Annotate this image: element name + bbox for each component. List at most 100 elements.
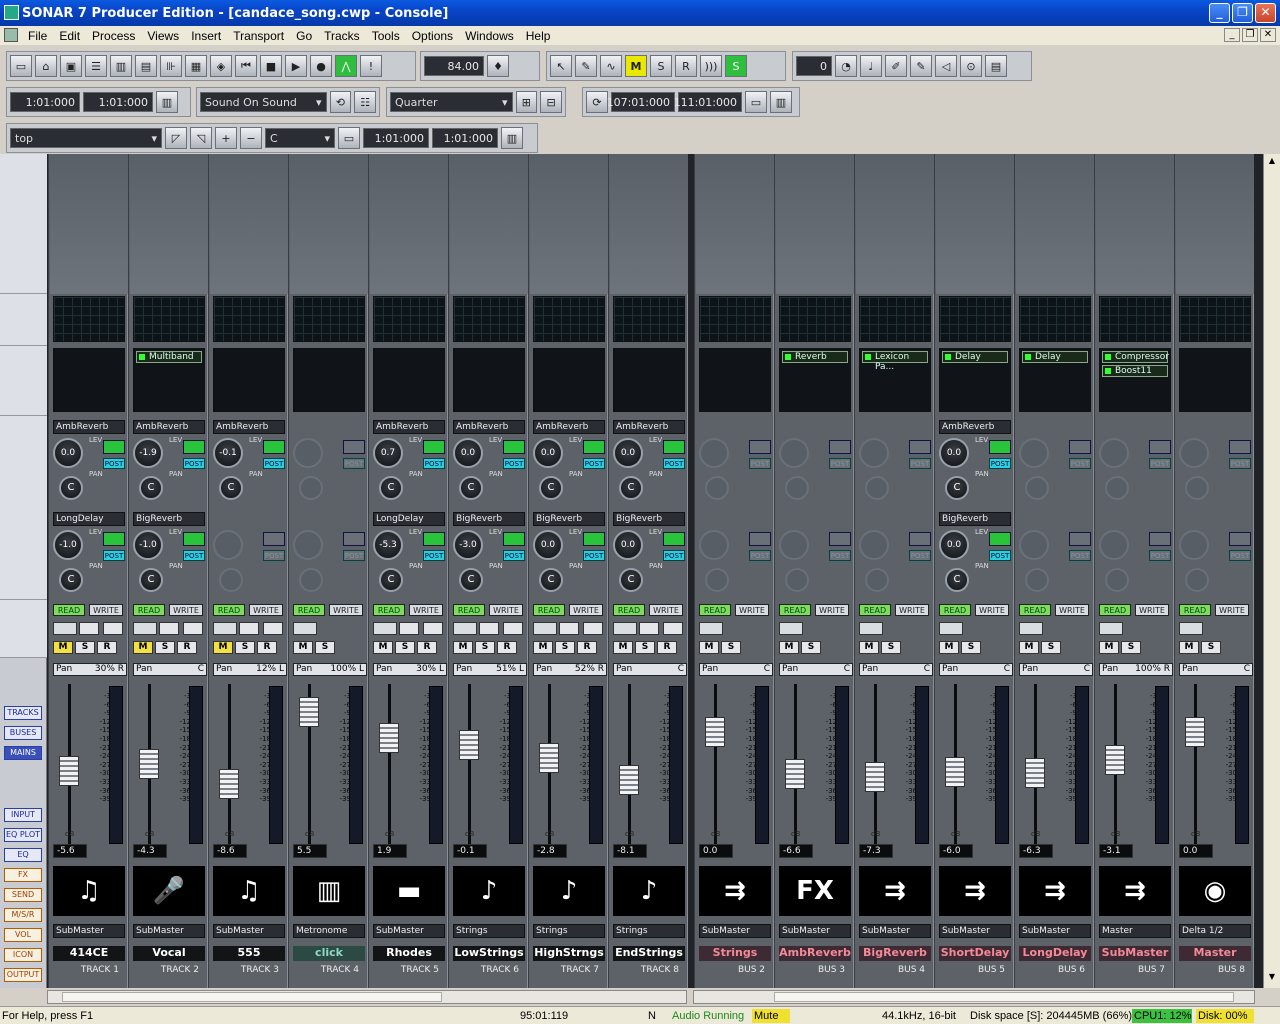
volume-value[interactable]: -5.6: [53, 844, 87, 858]
fx-bin[interactable]: [613, 348, 685, 412]
send-pan-knob[interactable]: C: [539, 476, 563, 500]
read-button[interactable]: READ: [613, 604, 645, 616]
volume-value[interactable]: -8.1: [613, 844, 647, 858]
msr-m-button[interactable]: M: [53, 641, 73, 654]
track-icon[interactable]: ♪: [613, 866, 685, 916]
scroll-up-icon[interactable]: ▲: [1266, 156, 1278, 168]
msr-s-button[interactable]: S: [721, 641, 741, 654]
show-mains-button[interactable]: MAINS: [4, 746, 42, 760]
envelope-tool-icon[interactable]: ∿: [600, 55, 622, 77]
show-tracks-button[interactable]: TRACKS: [4, 706, 42, 720]
send-pan-knob[interactable]: C: [459, 476, 483, 500]
send-level-knob[interactable]: 0.0: [53, 438, 83, 468]
phase-button[interactable]: [79, 622, 99, 635]
msr-s-button[interactable]: S: [395, 641, 415, 654]
read-button[interactable]: READ: [1099, 604, 1131, 616]
phase-button[interactable]: [159, 622, 179, 635]
msr-s-button[interactable]: S: [315, 641, 335, 654]
output-select[interactable]: SubMaster: [213, 924, 285, 938]
post-button[interactable]: POST: [103, 458, 125, 469]
send-destination[interactable]: AmbReverb: [373, 420, 445, 434]
eq-plot[interactable]: [533, 296, 605, 342]
send-enable-button[interactable]: [103, 440, 125, 454]
menu-process[interactable]: Process: [86, 29, 141, 43]
rec-opts-icon[interactable]: ☷: [354, 91, 376, 113]
msr-m-button[interactable]: M: [293, 641, 313, 654]
eq-plot[interactable]: [1099, 296, 1171, 342]
pan-slider[interactable]: Pan C: [699, 663, 773, 676]
read-button[interactable]: READ: [859, 604, 891, 616]
note-icon[interactable]: ♩: [860, 55, 882, 77]
strip-name[interactable]: HighStrngs: [533, 946, 605, 961]
input-echo-button[interactable]: [53, 622, 77, 635]
nav-left-icon[interactable]: ◸: [165, 127, 187, 149]
loop-opts-icon[interactable]: ▥: [770, 91, 792, 113]
volume-value[interactable]: 0.0: [699, 844, 733, 858]
bus-hscroll-thumb[interactable]: [774, 992, 1234, 1002]
volume-fader[interactable]: [1185, 716, 1205, 747]
msr-s-button[interactable]: S: [635, 641, 655, 654]
show-eq-button[interactable]: EQ: [4, 848, 42, 862]
write-button[interactable]: WRITE: [1135, 604, 1169, 616]
volume-fader[interactable]: [539, 742, 559, 773]
msr-m-button[interactable]: M: [453, 641, 473, 654]
eq-plot[interactable]: [453, 296, 525, 342]
punch-time-field[interactable]: 1:01:000: [83, 92, 153, 112]
interleave-button[interactable]: [583, 622, 603, 635]
menu-windows[interactable]: Windows: [459, 29, 520, 43]
write-button[interactable]: WRITE: [89, 604, 123, 616]
eq-plot[interactable]: [213, 296, 285, 342]
volume-fader[interactable]: [785, 759, 805, 790]
send-destination[interactable]: AmbReverb: [453, 420, 525, 434]
eq-plot[interactable]: [53, 296, 125, 342]
read-button[interactable]: READ: [373, 604, 405, 616]
fx-item[interactable]: Compressor: [1102, 351, 1169, 363]
eq-plot[interactable]: [373, 296, 445, 342]
close-button[interactable]: ✕: [1255, 3, 1276, 23]
solo-override-icon[interactable]: S: [725, 55, 747, 77]
show-icon-button[interactable]: ICON: [4, 948, 42, 962]
volume-fader[interactable]: [705, 716, 725, 747]
rewind-icon[interactable]: ⏮: [235, 55, 257, 77]
tempo-tap-icon[interactable]: ♦: [487, 55, 509, 77]
show-eq-plot-button[interactable]: EQ PLOT: [4, 828, 42, 842]
play-icon[interactable]: ▶: [285, 55, 307, 77]
bus-hscroll[interactable]: [693, 990, 1255, 1004]
volume-value[interactable]: -4.3: [133, 844, 167, 858]
input-echo-button[interactable]: [293, 622, 317, 635]
input-echo-button[interactable]: [453, 622, 477, 635]
document-icon[interactable]: [4, 28, 18, 42]
fx-item[interactable]: Boost11: [1102, 365, 1168, 377]
new-icon[interactable]: ▭: [10, 55, 32, 77]
pan-slider[interactable]: Pan C: [859, 663, 933, 676]
strip-name[interactable]: LongDelay: [1019, 946, 1091, 961]
fx-item[interactable]: Delay: [942, 351, 1008, 363]
open-icon[interactable]: ⌂: [35, 55, 57, 77]
phase-button[interactable]: [559, 622, 579, 635]
post-button[interactable]: POST: [183, 458, 205, 469]
write-button[interactable]: WRITE: [409, 604, 443, 616]
pan-slider[interactable]: Pan 100% L: [293, 663, 367, 676]
send-level-knob[interactable]: 0.0: [939, 438, 969, 468]
read-button[interactable]: READ: [53, 604, 85, 616]
msr-s-button[interactable]: S: [475, 641, 495, 654]
msr-m-button[interactable]: M: [533, 641, 553, 654]
msr-m-button[interactable]: M: [859, 641, 879, 654]
show-send-button[interactable]: SEND: [4, 888, 42, 902]
msr-s-button[interactable]: S: [801, 641, 821, 654]
maximize-button[interactable]: ❐: [1232, 3, 1253, 23]
send-level-knob[interactable]: 0.0: [533, 438, 563, 468]
send-enable-button[interactable]: [583, 440, 605, 454]
volume-value[interactable]: 0.0: [1179, 844, 1213, 858]
volume-fader[interactable]: [865, 762, 885, 792]
input-echo-button[interactable]: [133, 622, 157, 635]
output-select[interactable]: Strings: [453, 924, 525, 938]
strip-name[interactable]: SubMaster: [1099, 946, 1171, 961]
phase-button[interactable]: [399, 622, 419, 635]
fx-item[interactable]: Lexicon Pa...: [862, 351, 928, 372]
arm-all-button[interactable]: R: [675, 55, 697, 77]
mute-all-button[interactable]: M: [625, 55, 647, 77]
output-select[interactable]: SubMaster: [779, 924, 851, 938]
send-destination[interactable]: LongDelay: [373, 512, 445, 526]
scroll-down-icon[interactable]: ▼: [1266, 972, 1278, 984]
